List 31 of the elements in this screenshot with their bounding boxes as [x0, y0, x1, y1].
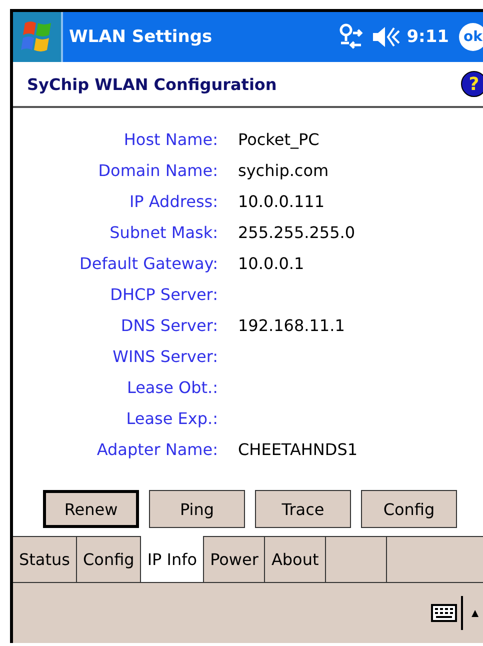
window-title: WLAN Settings	[69, 27, 214, 47]
field-value: 10.0.0.111	[238, 192, 325, 211]
action-button[interactable]: Renew	[43, 490, 139, 528]
field-value: 10.0.0.1	[238, 254, 304, 273]
field-value: 255.255.255.0	[238, 223, 356, 242]
field-label: Lease Obt.:	[126, 378, 218, 397]
keyboard-icon[interactable]	[431, 604, 458, 622]
field-value: 192.168.11.1	[238, 316, 345, 335]
field-label: IP Address:	[128, 192, 218, 211]
help-button[interactable]: ?	[461, 71, 483, 97]
field-value: Pocket_PC	[238, 130, 320, 149]
action-button[interactable]: Config	[361, 490, 457, 528]
field-label: WINS Server:	[112, 347, 218, 366]
clock[interactable]: 9:11	[406, 27, 449, 47]
app-title: SyChip WLAN Configuration	[27, 74, 277, 94]
field-label: Default Gateway:	[78, 254, 218, 273]
field-label: DNS Server:	[120, 316, 218, 335]
field-label: Domain Name:	[97, 161, 218, 180]
field-label: Adapter Name:	[96, 440, 218, 459]
action-button[interactable]: Ping	[149, 490, 245, 528]
ok-button[interactable]: ok	[459, 23, 483, 51]
field-label: DHCP Server:	[109, 285, 218, 304]
field-label: Subnet Mask:	[108, 223, 218, 242]
speaker-icon[interactable]	[370, 24, 401, 50]
start-button[interactable]	[13, 12, 63, 62]
field-value: CHEETAHNDS1	[238, 440, 358, 459]
field-label: Lease Exp.:	[125, 409, 218, 428]
tab[interactable]: IP Info	[141, 536, 204, 582]
field-label: Host Name:	[122, 130, 218, 149]
action-button[interactable]: Trace	[255, 490, 351, 528]
field-value: sychip.com	[238, 161, 329, 180]
